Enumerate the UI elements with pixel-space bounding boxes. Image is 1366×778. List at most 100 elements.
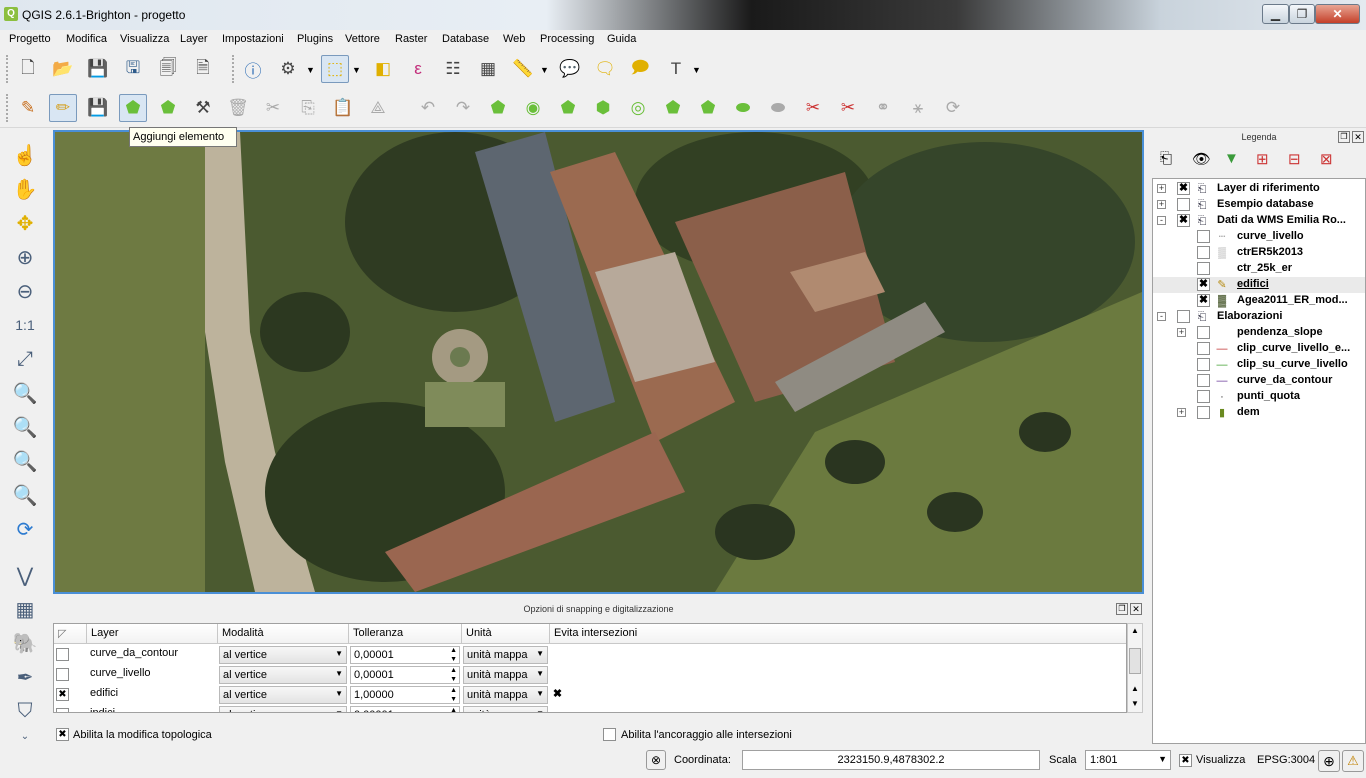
split-parts-icon[interactable]: ✂ <box>799 94 827 122</box>
add-postgis-layer-icon[interactable]: 🐘 <box>10 628 40 658</box>
zoom-to-selection-icon[interactable]: 🔍 <box>10 378 40 408</box>
layer-visibility-checkbox[interactable] <box>1197 406 1210 419</box>
measure-icon[interactable]: 📏 <box>509 55 537 83</box>
chevron-down-icon[interactable]: ▼ <box>306 65 315 75</box>
undock-icon[interactable]: ❐ <box>1338 131 1350 143</box>
snap-unit-select[interactable]: unità mappa ▼ <box>463 706 548 712</box>
attribute-table-icon[interactable]: ☷ <box>439 55 467 83</box>
toolbar-grip[interactable] <box>232 55 236 83</box>
toggle-editing-icon[interactable]: ✏ <box>49 94 77 122</box>
add-part-icon[interactable]: ⬟ <box>554 94 582 122</box>
zoom-full-icon[interactable]: ⤢ <box>10 344 40 374</box>
scroll-up-icon[interactable]: ▲ <box>1128 624 1142 638</box>
layer-tree-item[interactable]: — curve_da_contour <box>1153 373 1365 389</box>
menu-visualizza[interactable]: Visualizza <box>120 33 169 45</box>
scroll-down-icon[interactable]: ▼ <box>1128 697 1142 711</box>
move-feature-icon[interactable]: ⬟ <box>154 94 182 122</box>
column-header-mode[interactable]: Modalità <box>218 624 349 644</box>
layer-visibility-checkbox[interactable]: ✖ <box>1197 294 1210 307</box>
layer-tree-item[interactable]: ┈ curve_livello <box>1153 229 1365 245</box>
snap-unit-select[interactable]: unità mappa ▼ <box>463 686 548 704</box>
crs-label[interactable]: EPSG:3004 <box>1257 754 1315 766</box>
layer-visibility-checkbox[interactable] <box>1177 310 1190 323</box>
menu-web[interactable]: Web <box>503 33 525 45</box>
manage-visibility-icon[interactable]: 👁 <box>1192 150 1211 168</box>
offset-curve-icon[interactable]: ⬬ <box>729 94 757 122</box>
layer-visibility-checkbox[interactable] <box>1197 374 1210 387</box>
layer-visibility-checkbox[interactable] <box>1177 198 1190 211</box>
zoom-out-icon[interactable]: ⊖ <box>10 276 40 306</box>
coordinate-field[interactable]: 2323150.9,4878302.2 <box>742 750 1040 770</box>
merge-attributes-icon[interactable]: ⚭ <box>869 94 897 122</box>
expand-icon[interactable]: + <box>1177 328 1186 337</box>
close-button[interactable]: ✕ <box>1315 4 1360 24</box>
merge-features-icon[interactable]: ✂ <box>834 94 862 122</box>
avoid-intersections-checkbox[interactable]: ✖ <box>551 688 564 701</box>
expand-icon[interactable]: + <box>1157 184 1166 193</box>
layer-tree-item[interactable]: + ▮ dem <box>1153 405 1365 421</box>
field-calculator-icon[interactable]: ▦ <box>474 55 502 83</box>
layer-tree-item[interactable]: + ✖ ⎗ Layer di riferimento <box>1153 181 1365 197</box>
select-settings-icon[interactable]: ⚙ <box>274 55 302 83</box>
scroll-thumb[interactable] <box>1129 648 1141 674</box>
expand-icon[interactable]: + <box>1177 408 1186 417</box>
layer-visibility-checkbox[interactable] <box>1197 342 1210 355</box>
chevron-down-icon[interactable]: ▼ <box>536 709 544 712</box>
form-annotation-icon[interactable]: 🗩 <box>626 55 654 83</box>
spin-arrows-icon[interactable]: ▲▼ <box>450 706 457 712</box>
save-as-icon[interactable]: 🖫 <box>119 55 147 83</box>
menu-progetto[interactable]: Progetto <box>9 33 51 45</box>
avoid-intersections-checkbox[interactable] <box>551 648 564 661</box>
layer-tree-item[interactable]: — clip_curve_livello_e... <box>1153 341 1365 357</box>
toggle-extents-icon[interactable]: ⊗ <box>646 750 666 770</box>
spin-arrows-icon[interactable]: ▲▼ <box>450 646 457 664</box>
snap-unit-select[interactable]: unità mappa ▼ <box>463 646 548 664</box>
split-features-icon[interactable]: ⬬ <box>764 94 792 122</box>
layer-visibility-checkbox[interactable] <box>1197 326 1210 339</box>
refresh-label-icon[interactable]: ⟳ <box>939 94 967 122</box>
snap-enabled-checkbox[interactable] <box>56 708 69 712</box>
zoom-to-layer-icon[interactable]: 🔍 <box>10 412 40 442</box>
column-header-avoid-intersections[interactable]: Evita intersezioni <box>550 624 1126 644</box>
deselect-icon[interactable]: ◧ <box>369 55 397 83</box>
snap-mode-select[interactable]: al vertice ▼ <box>219 706 347 712</box>
avoid-intersections-checkbox[interactable] <box>551 708 564 712</box>
chevron-down-icon[interactable]: ▼ <box>335 709 343 712</box>
snap-tolerance-input[interactable]: 0,00001 ▲▼ <box>350 666 460 684</box>
simplify-feature-icon[interactable]: ⬟ <box>484 94 512 122</box>
layer-tree-item[interactable]: ✖ ▓ Agea2011_ER_mod... <box>1153 293 1365 309</box>
crs-status-icon[interactable]: ⊕ <box>1318 750 1340 772</box>
scroll-up-icon[interactable]: ▲ <box>1128 682 1142 696</box>
text-annotation-icon[interactable]: 🗨 <box>591 55 619 83</box>
current-edits-icon[interactable]: ✎ <box>14 94 42 122</box>
pan-icon[interactable]: ✋ <box>10 174 40 204</box>
expand-all-icon[interactable]: ⊞ <box>1256 150 1269 168</box>
rotate-point-symbols-icon[interactable]: ⚹ <box>904 94 932 122</box>
chevron-down-icon[interactable]: ▼ <box>1158 754 1167 764</box>
layer-visibility-checkbox[interactable]: ✖ <box>1197 278 1210 291</box>
intersection-snapping-checkbox[interactable] <box>603 728 616 741</box>
chevron-down-icon[interactable]: ▼ <box>536 649 544 658</box>
snap-enabled-checkbox[interactable] <box>56 668 69 681</box>
close-panel-icon[interactable]: ✕ <box>1352 131 1364 143</box>
snap-tolerance-input[interactable]: 0,00001 ▲▼ <box>350 646 460 664</box>
close-panel-icon[interactable]: ✕ <box>1130 603 1142 615</box>
render-checkbox[interactable]: ✖ <box>1179 754 1192 767</box>
zoom-in-icon[interactable]: ⊕ <box>10 242 40 272</box>
maximize-button[interactable]: ❐ <box>1289 4 1315 24</box>
cut-features-icon[interactable]: ✂ <box>259 94 287 122</box>
remove-layer-icon[interactable]: ⊠ <box>1320 150 1333 168</box>
menu-impostazioni[interactable]: Impostazioni <box>222 33 284 45</box>
warning-icon[interactable]: ⚠ <box>1342 750 1364 772</box>
select-features-icon[interactable]: ⬚ <box>321 55 349 83</box>
add-ring-icon[interactable]: ◉ <box>519 94 547 122</box>
layer-visibility-checkbox[interactable] <box>1197 390 1210 403</box>
layer-visibility-checkbox[interactable] <box>1197 262 1210 275</box>
snap-tolerance-input[interactable]: 1,00000 ▲ ▼ <box>350 686 460 704</box>
layer-visibility-checkbox[interactable]: ✖ <box>1177 214 1190 227</box>
digitize-curve-icon[interactable]: ⟁ <box>364 94 392 122</box>
snap-enabled-checkbox[interactable]: ✖ <box>56 688 69 701</box>
filter-legend-icon[interactable]: ▼ <box>1224 150 1239 167</box>
column-header-layer[interactable]: Layer <box>87 624 218 644</box>
menu-raster[interactable]: Raster <box>395 33 427 45</box>
